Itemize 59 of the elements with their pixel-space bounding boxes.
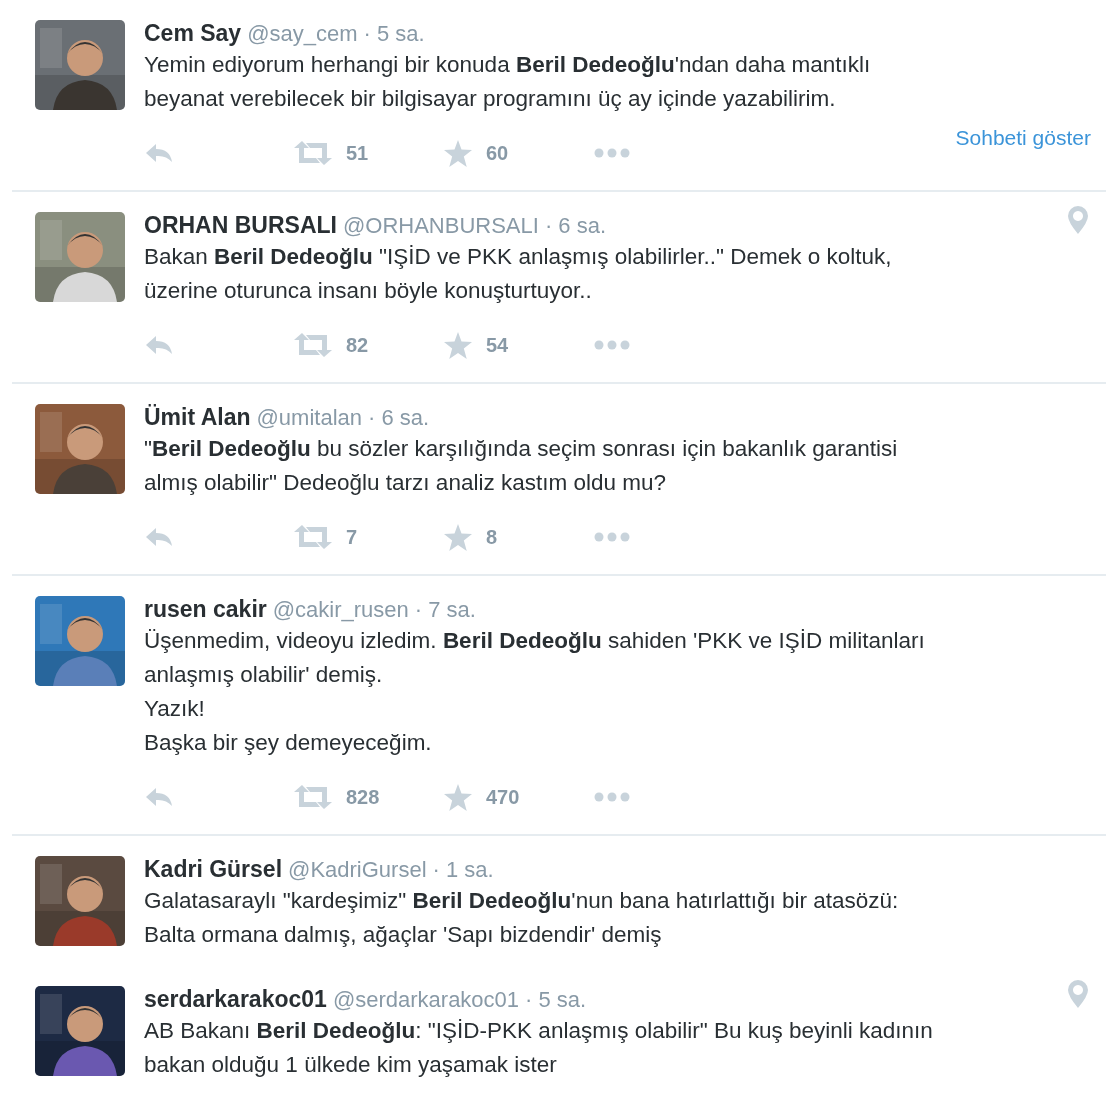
user-handle[interactable]: @cakir_rusen	[272, 597, 409, 623]
tweet-time[interactable]: · 1 sa.	[432, 857, 494, 883]
reply-icon[interactable]	[144, 526, 174, 548]
show-conversation-link[interactable]: Sohbeti göster	[955, 126, 1091, 150]
tweet-text: Galatasaraylı "kardeşimiz" Beril Dedeoğlu'nun bana hatırlattığı bir atasözü:	[144, 887, 900, 915]
user-name[interactable]: ORHAN BURSALI	[144, 212, 337, 239]
retweet-count: 51	[346, 141, 369, 165]
retweet-icon[interactable]	[294, 525, 332, 549]
tweet-text: AB Bakanı Beril Dedeoğlu: "IŞİD-PKK anlaşmış olabilir" Bu kuş beyinli kadının	[144, 1017, 934, 1045]
reply-icon[interactable]	[144, 786, 174, 808]
tweet-text: "Beril Dedeoğlu bu sözler karşılığında seçim sonrası için bakanlık garantisi	[144, 435, 899, 463]
favorite-count: 60	[486, 141, 509, 165]
favorite-count: 8	[486, 525, 498, 549]
tweet-text: bakan olduğu 1 ülkede kim yaşamak ister	[144, 1051, 558, 1079]
tweet-time[interactable]: · 6 sa.	[368, 405, 430, 431]
more-icon[interactable]	[594, 148, 630, 158]
user-handle[interactable]: @ORHANBURSALI	[342, 213, 539, 239]
user-name[interactable]: Kadri Gürsel	[144, 856, 283, 883]
tweet-time[interactable]: · 5 sa.	[363, 21, 425, 47]
tweet-text: Başka bir şey demeyeceğim.	[144, 729, 433, 757]
reply-icon[interactable]	[144, 142, 174, 164]
retweet-count: 828	[346, 785, 380, 809]
tweet-time[interactable]: · 6 sa.	[544, 213, 607, 239]
star-icon[interactable]	[444, 783, 472, 811]
tweet-time[interactable]: · 5 sa.	[525, 987, 587, 1013]
tweet-text: Yazık!	[144, 695, 206, 723]
user-name[interactable]: serdarkarakoc01	[144, 986, 327, 1013]
tweet-time[interactable]: · 7 sa.	[414, 597, 476, 623]
retweet-icon[interactable]	[294, 333, 332, 357]
star-icon[interactable]	[444, 331, 472, 359]
retweet-icon[interactable]	[294, 141, 332, 165]
tweet-text: Yemin ediyorum herhangi bir konuda Beril Dedeoğlu'ndan daha mantıklı	[144, 51, 872, 79]
favorite-count: 54	[486, 333, 509, 357]
star-icon[interactable]	[444, 139, 472, 167]
location-pin-icon[interactable]	[1068, 980, 1088, 1008]
user-handle[interactable]: @KadriGursel	[288, 857, 427, 883]
user-name[interactable]: rusen cakir	[144, 596, 267, 623]
retweet-icon[interactable]	[294, 785, 332, 809]
location-pin-icon[interactable]	[1068, 206, 1088, 234]
more-icon[interactable]	[594, 532, 630, 542]
user-handle[interactable]: @serdarkarakoc01	[332, 987, 520, 1013]
tweet-text: üzerine oturunca insanı böyle konuşturtuyor..	[144, 277, 593, 305]
tweet-text: beyanat verebilecek bir bilgisayar programını üç ay içinde yazabilirim.	[144, 85, 837, 113]
tweet-text: Balta ormana dalmış, ağaçlar 'Sapı bizdendir' demiş	[144, 921, 663, 949]
user-name[interactable]: Cem Say	[144, 20, 242, 47]
tweet-text: anlaşmış olabilir' demiş.	[144, 661, 384, 689]
reply-icon[interactable]	[144, 334, 174, 356]
tweet-text: Bakan Beril Dedeoğlu "IŞİD ve PKK anlaşmış olabilirler.." Demek o koltuk,	[144, 243, 893, 271]
favorite-count: 470	[486, 785, 520, 809]
tweet-text: Üşenmedim, videoyu izledim. Beril Dedeoğlu sahiden 'PKK ve IŞİD militanları	[144, 627, 926, 655]
tweet-text: almış olabilir" Dedeoğlu tarzı analiz kastım oldu mu?	[144, 469, 667, 497]
star-icon[interactable]	[444, 523, 472, 551]
retweet-count: 82	[346, 333, 369, 357]
more-icon[interactable]	[594, 792, 630, 802]
retweet-count: 7	[346, 525, 358, 549]
user-handle[interactable]: @umitalan	[256, 405, 362, 431]
user-name[interactable]: Ümit Alan	[144, 404, 251, 431]
user-handle[interactable]: @say_cem	[247, 21, 358, 47]
more-icon[interactable]	[594, 340, 630, 350]
